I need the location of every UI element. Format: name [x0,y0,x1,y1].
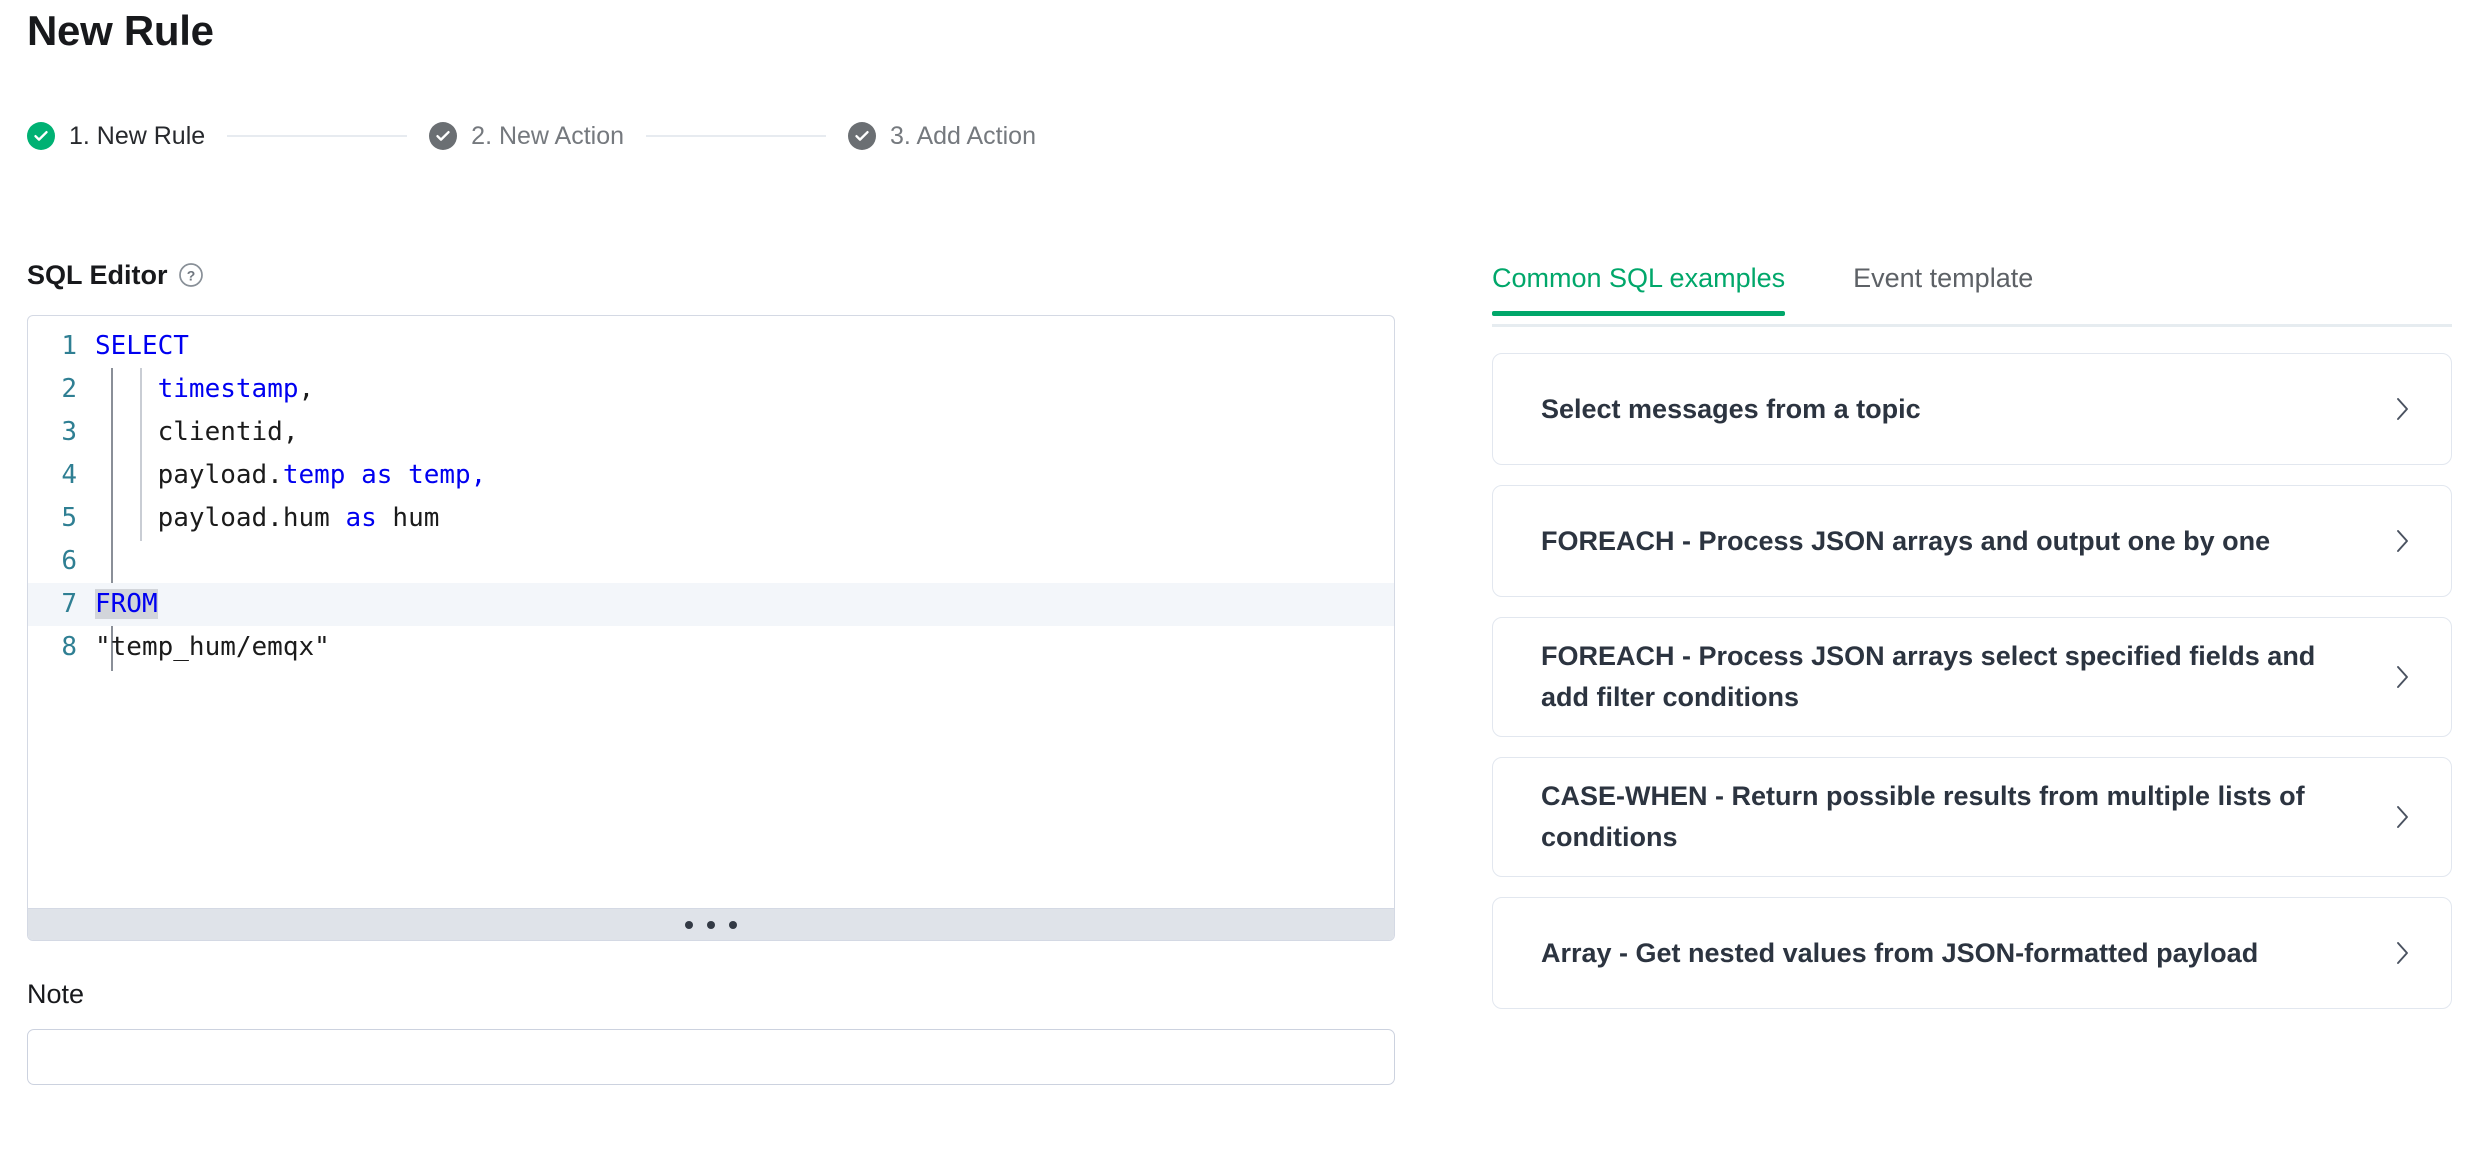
sql-editor-heading: SQL Editor ? [27,255,1395,295]
sql-editor-heading-text: SQL Editor [27,259,168,290]
example-card[interactable]: FOREACH - Process JSON arrays and output… [1492,485,2452,597]
check-circle-icon [848,122,877,150]
example-card[interactable]: Select messages from a topic [1492,353,2452,465]
code-line[interactable]: 4 payload.temp as temp, [28,454,1394,497]
code-lines: 1 SELECT 2 timestamp, 3 clientid, 4 payload.… [28,325,1394,669]
examples-panel: Common SQL examples Event template Selec… [1492,255,2452,1029]
svg-text:?: ? [186,267,195,283]
stepper-step-3-label: 3. Add Action [890,121,1036,150]
chevron-right-icon [2393,801,2413,833]
code-line[interactable]: 5 payload.hum as hum [28,497,1394,540]
code-token: payload.hum [95,503,346,533]
tabs-underline [1492,324,2452,327]
chevron-right-icon [2393,937,2413,969]
code-line-text: "temp_hum/emqx" [94,626,1394,669]
code-token: payload. [95,460,283,490]
line-number: 4 [61,460,77,490]
ellipsis-horizontal-icon [685,920,693,929]
line-number: 6 [61,546,77,576]
stepper-connector-2 [646,135,827,137]
stepper-step-1[interactable]: 1. New Rule [27,122,205,151]
check-circle-icon [27,122,55,150]
example-card[interactable]: FOREACH - Process JSON arrays select spe… [1492,617,2452,737]
code-line-text: FROM [94,583,1394,626]
chevron-right-icon [2393,525,2413,557]
line-number: 1 [61,331,77,361]
example-card-title: Array - Get nested values from JSON-form… [1541,937,2259,968]
page-title: New Rule [27,7,214,54]
line-number: 5 [61,503,77,533]
stepper: 1. New Rule 2. New Action 3. Add Action [27,116,1036,156]
code-token: hum [376,503,440,533]
code-token: FROM [95,589,158,619]
code-line-text: timestamp, [94,368,1394,411]
sql-editor-section: SQL Editor ? 1 SELECT 2 timestamp, 3 client… [27,255,1395,1085]
code-line[interactable]: 8 "temp_hum/emqx" [28,626,1394,669]
code-token: SELECT [95,331,189,361]
chevron-right-icon [2393,393,2413,425]
example-card-title: CASE-WHEN - Return possible results from… [1541,781,2305,852]
tab-common-sql-examples[interactable]: Common SQL examples [1492,255,1786,316]
code-line-text: payload.hum as hum [94,497,1394,540]
example-card[interactable]: CASE-WHEN - Return possible results from… [1492,757,2452,877]
line-number: 8 [61,632,77,662]
code-token: , [298,374,315,404]
code-line[interactable]: 7 FROM [28,583,1394,626]
stepper-step-2[interactable]: 2. New Action [429,122,624,151]
code-line-text: SELECT [94,325,1394,368]
code-area[interactable]: 1 SELECT 2 timestamp, 3 clientid, 4 payload.… [28,316,1394,908]
code-token: clientid, [95,417,299,447]
example-card-title: Select messages from a topic [1541,393,1921,424]
example-card[interactable]: Array - Get nested values from JSON-form… [1492,897,2452,1009]
examples-tabs: Common SQL examples Event template [1492,255,2452,327]
stepper-step-1-label: 1. New Rule [69,121,206,150]
code-token: "temp_hum/emqx" [95,632,330,662]
example-card-title: FOREACH - Process JSON arrays select spe… [1541,641,2316,712]
stepper-connector-1 [227,135,408,137]
chevron-right-icon [2393,661,2413,693]
check-circle-icon [429,122,458,150]
line-number: 3 [61,417,77,447]
new-rule-page: New Rule 1. New Rule 2. New Action 3. Ad… [0,0,2480,1174]
code-token: temp as temp, [282,460,487,490]
code-line[interactable]: 6 [28,540,1394,583]
tab-event-template[interactable]: Event template [1853,255,2033,316]
code-token: timestamp [157,374,299,404]
editor-resize-handle[interactable] [28,908,1394,940]
code-line-text: clientid, [94,411,1394,454]
sql-code-editor[interactable]: 1 SELECT 2 timestamp, 3 clientid, 4 payload.… [27,315,1395,941]
note-label: Note [27,979,85,1009]
ellipsis-horizontal-icon [729,920,737,929]
question-circle-icon[interactable]: ? [178,262,204,288]
code-line[interactable]: 2 timestamp, [28,368,1394,411]
ellipsis-horizontal-icon [707,920,715,929]
example-card-list: Select messages from a topic FOREACH - Pr… [1492,353,2452,1009]
line-number: 7 [61,589,77,619]
line-number: 2 [61,374,77,404]
code-token: as [345,503,377,533]
stepper-step-3[interactable]: 3. Add Action [848,122,1036,151]
code-line[interactable]: 3 clientid, [28,411,1394,454]
code-line[interactable]: 1 SELECT [28,325,1394,368]
stepper-step-2-label: 2. New Action [471,121,625,150]
code-line-text: payload.temp as temp, [94,454,1394,497]
example-card-title: FOREACH - Process JSON arrays and output… [1541,525,2271,556]
note-input[interactable] [27,1029,1395,1085]
